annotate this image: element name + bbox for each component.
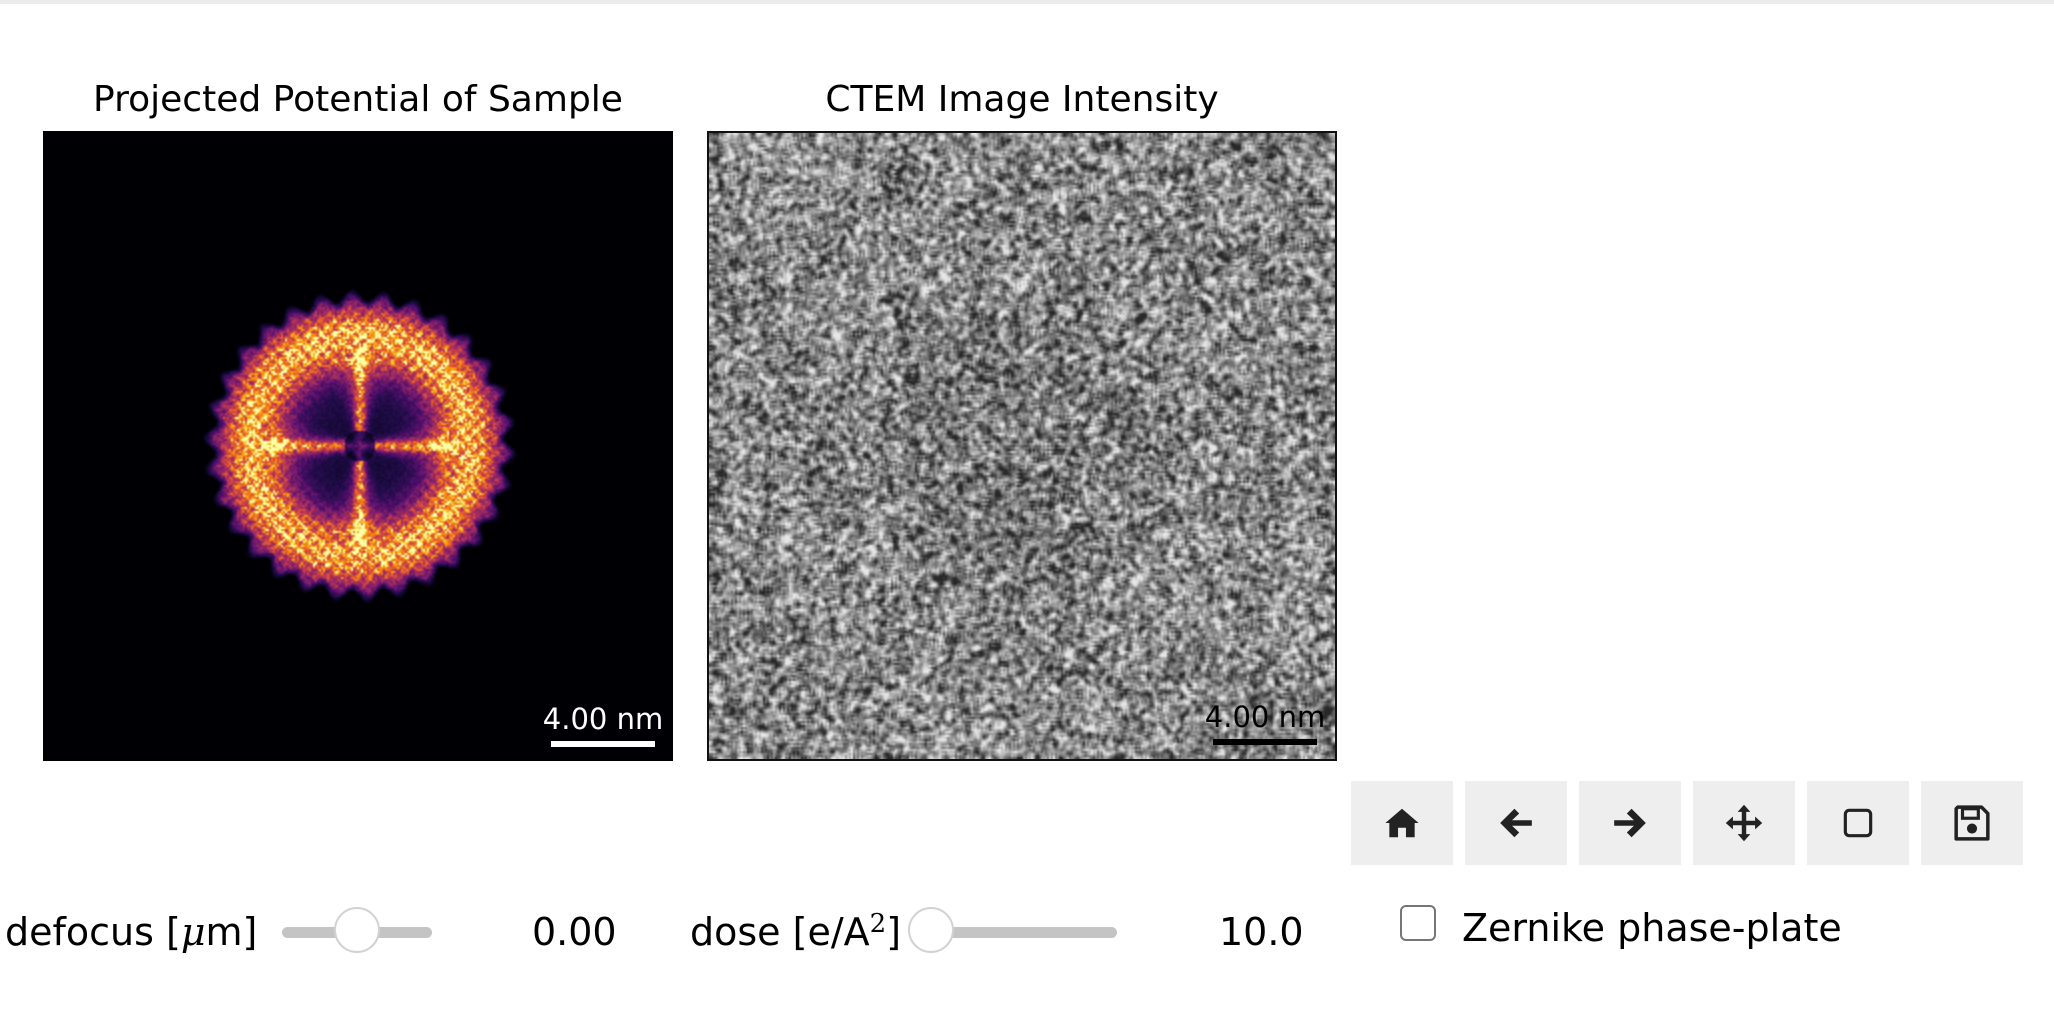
plot-toolbar — [1351, 781, 2023, 865]
defocus-label-prefix: defocus [ — [5, 910, 181, 954]
dose-label-suffix: ] — [886, 910, 902, 954]
pan-button[interactable] — [1693, 781, 1795, 865]
dose-slider-track[interactable] — [931, 927, 1117, 938]
projected-potential-canvas[interactable] — [43, 131, 673, 761]
save-button[interactable] — [1921, 781, 2023, 865]
dose-slider-thumb[interactable] — [908, 907, 954, 953]
defocus-label: defocus [μm] — [5, 909, 257, 955]
ctem-intensity-canvas[interactable] — [709, 133, 1335, 759]
potential-panel-title: Projected Potential of Sample — [93, 79, 623, 120]
zoom-rect-button[interactable] — [1807, 781, 1909, 865]
ctem-intensity-image[interactable]: 4.00 nm — [707, 131, 1337, 761]
dose-value: 10.0 — [1219, 910, 1304, 954]
back-button[interactable] — [1465, 781, 1567, 865]
ctem-panel-title: CTEM Image Intensity — [825, 79, 1219, 120]
forward-button[interactable] — [1579, 781, 1681, 865]
home-icon — [1385, 808, 1419, 838]
floppy-disk-icon — [1954, 805, 1990, 841]
ctem-scalebar-label: 4.00 nm — [1204, 700, 1326, 734]
ctem-scalebar: 4.00 nm — [1205, 701, 1325, 745]
dose-label-sup: 2 — [869, 909, 887, 939]
potential-scalebar-line — [551, 741, 655, 747]
potential-scalebar: 4.00 nm — [543, 703, 663, 747]
arrow-left-icon — [1500, 808, 1532, 838]
defocus-slider[interactable] — [282, 907, 432, 953]
ctem-scalebar-line — [1213, 739, 1317, 745]
potential-scalebar-label: 4.00 nm — [542, 702, 664, 736]
zernike-label[interactable]: Zernike phase-plate — [1462, 905, 1842, 951]
defocus-value: 0.00 — [532, 910, 617, 954]
home-button[interactable] — [1351, 781, 1453, 865]
defocus-slider-thumb[interactable] — [334, 907, 380, 953]
controls-row: defocus [μm] 0.00 dose [e/A2] 10.0 Zerni… — [0, 895, 2054, 975]
zernike-checkbox[interactable] — [1400, 905, 1436, 941]
dose-label: dose [e/A2] — [690, 909, 901, 955]
defocus-label-mu: μ — [180, 910, 206, 954]
defocus-label-suffix: m] — [205, 910, 258, 954]
move-icon — [1725, 804, 1763, 842]
dose-label-prefix: dose [e/A — [690, 910, 870, 954]
square-icon — [1843, 808, 1873, 838]
projected-potential-image[interactable]: 4.00 nm — [43, 131, 673, 761]
top-border — [0, 0, 2054, 4]
arrow-right-icon — [1614, 808, 1646, 838]
dose-slider[interactable] — [908, 907, 1117, 953]
